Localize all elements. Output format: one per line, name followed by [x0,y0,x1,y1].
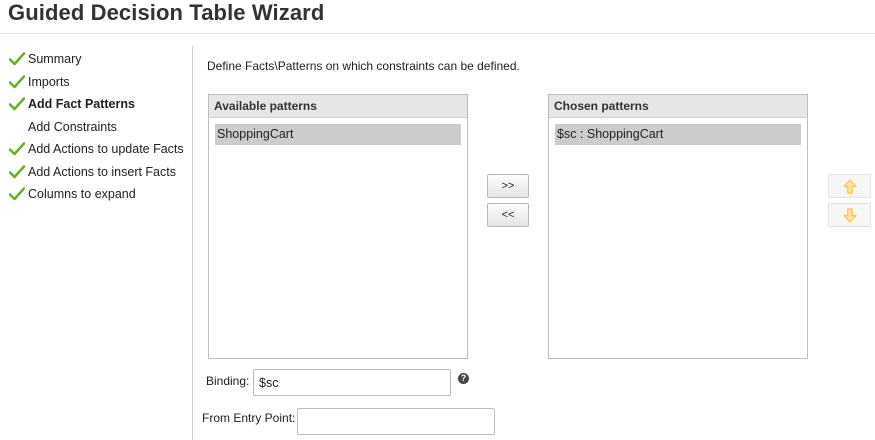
available-patterns-header: Available patterns [209,95,467,118]
sidebar-divider [192,46,193,440]
arrow-down-icon [843,208,857,223]
step-add-constraints[interactable]: Add Constraints [8,118,193,141]
step-label: Imports [28,74,70,89]
step-summary[interactable]: Summary [8,50,193,73]
step-label: Add Fact Patterns [28,97,135,111]
step-label: Summary [28,52,82,66]
step-add-actions-insert[interactable]: Add Actions to insert Facts [8,163,193,186]
entry-point-label: From Entry Point: [202,411,296,425]
step-imports[interactable]: Imports [8,73,193,96]
add-pattern-button[interactable]: >> [487,174,529,198]
binding-label: Binding: [206,374,250,388]
checkmark-icon [9,97,25,111]
chosen-pattern-item[interactable]: $sc : ShoppingCart [555,124,801,145]
step-label: Add Constraints [28,119,117,134]
step-label: Add Actions to update Facts [28,142,184,156]
move-down-button[interactable] [828,203,871,227]
wizard-title: Guided Decision Table Wizard [8,0,325,25]
chosen-patterns-panel: Chosen patterns $sc : ShoppingCart [548,94,808,359]
checkmark-icon [9,52,25,66]
checkmark-icon [9,142,25,156]
arrow-up-icon [843,179,857,194]
move-up-button[interactable] [828,174,871,198]
available-pattern-item[interactable]: ShoppingCart [215,124,461,145]
step-add-fact-patterns[interactable]: Add Fact Patterns [8,95,193,118]
instruction-text: Define Facts\Patterns on which constrain… [207,59,520,73]
checkmark-icon [9,164,25,178]
entry-point-input[interactable] [297,408,495,435]
available-patterns-panel: Available patterns ShoppingCart [208,94,468,359]
step-columns-to-expand[interactable]: Columns to expand [8,185,193,208]
binding-input[interactable] [253,369,451,396]
title-divider [0,33,875,34]
checkmark-icon [9,187,25,201]
checkmark-icon [9,74,25,88]
wizard-steps: Summary Imports Add Fact Patterns Add Co… [8,50,193,208]
remove-pattern-button[interactable]: << [487,203,529,227]
step-add-actions-update[interactable]: Add Actions to update Facts [8,140,193,163]
chosen-patterns-header: Chosen patterns [549,95,807,118]
step-label: Add Actions to insert Facts [28,164,176,179]
step-label: Columns to expand [28,187,136,201]
help-icon[interactable]: ? [458,373,469,384]
